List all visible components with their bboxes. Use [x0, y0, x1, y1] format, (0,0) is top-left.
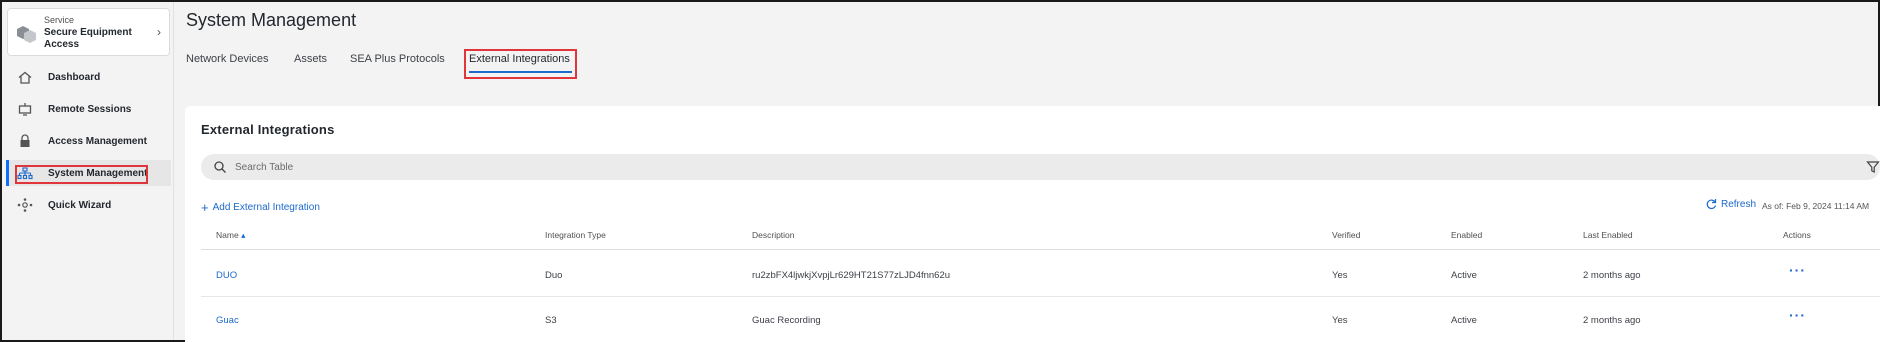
sidebar-item-label: Access Management: [48, 135, 147, 147]
refresh-icon: [1706, 199, 1717, 210]
sidebar-item-dashboard[interactable]: Dashboard: [8, 64, 171, 90]
last-enabled-cell: 2 months ago: [1583, 270, 1641, 281]
enabled-cell: Active: [1451, 315, 1477, 326]
sidebar-item-system-management[interactable]: System Management: [6, 160, 171, 186]
last-enabled-cell: 2 months ago: [1583, 315, 1641, 326]
integrations-card: External Integrations + Add External Int…: [185, 106, 1880, 342]
column-header-actions: Actions: [1783, 230, 1811, 240]
integration-type-cell: Duo: [545, 270, 563, 281]
column-header-name[interactable]: Name ▴: [216, 230, 245, 241]
enabled-cell: Active: [1451, 270, 1477, 281]
column-header-enabled: Enabled: [1451, 230, 1483, 240]
tab-network-devices[interactable]: Network Devices: [186, 53, 269, 65]
filter-icon[interactable]: [1866, 160, 1880, 174]
lock-icon: [16, 134, 34, 148]
row-actions-menu-icon[interactable]: ···: [1789, 262, 1806, 278]
app-switcher[interactable]: Service Secure Equipment Access ›: [7, 8, 170, 56]
description-cell: Guac Recording: [752, 315, 821, 326]
page-title: System Management: [186, 10, 357, 30]
search-bar: [201, 154, 1880, 180]
row-divider: [201, 296, 1880, 297]
app-logo-icon: [17, 26, 36, 43]
verified-cell: Yes: [1332, 270, 1348, 281]
integration-name-link[interactable]: DUO: [216, 270, 237, 281]
sidebar-item-label: Dashboard: [48, 71, 101, 83]
search-icon: [214, 161, 226, 173]
column-header-label: Name: [216, 230, 239, 240]
tab-sea-plus-protocols[interactable]: SEA Plus Protocols: [350, 53, 445, 65]
column-header-integration-type: Integration Type: [545, 230, 606, 240]
add-external-integration-button[interactable]: + Add External Integration: [201, 200, 320, 215]
home-icon: [16, 70, 34, 84]
sidebar-item-remote-sessions[interactable]: Remote Sessions: [8, 96, 171, 122]
chevron-right-icon: ›: [157, 25, 161, 39]
as-of-timestamp: As of: Feb 9, 2024 11:14 AM: [1762, 201, 1870, 211]
verified-cell: Yes: [1332, 315, 1348, 326]
refresh-button[interactable]: Refresh: [1705, 198, 1756, 210]
refresh-label: Refresh: [1721, 198, 1757, 210]
description-cell: ru2zbFX4ljwkjXvpjLr629HT21S77zLJD4fnn62u: [752, 270, 951, 281]
wizard-icon: [16, 198, 34, 212]
integration-type-cell: S3: [545, 315, 557, 326]
sitemap-icon: [16, 166, 34, 180]
card-title: External Integrations: [201, 122, 335, 137]
row-actions-menu-icon[interactable]: ···: [1789, 307, 1806, 323]
column-header-description: Description: [752, 230, 795, 240]
sidebar: Service Secure Equipment Access › Dashbo…: [2, 2, 174, 340]
monitor-icon: [16, 102, 34, 116]
sidebar-item-label: System Management: [48, 167, 148, 179]
tab-external-integrations[interactable]: External Integrations: [469, 53, 570, 65]
sidebar-item-label: Remote Sessions: [48, 103, 132, 115]
table-header-divider: [201, 249, 1880, 250]
sidebar-item-label: Quick Wizard: [48, 199, 112, 211]
app-service-label: Service: [44, 15, 75, 25]
column-header-last-enabled: Last Enabled: [1583, 230, 1633, 240]
sidebar-item-access-management[interactable]: Access Management: [8, 128, 171, 154]
app-name: Secure Equipment Access: [44, 27, 132, 50]
sort-ascending-icon: ▴: [241, 230, 246, 240]
sidebar-item-quick-wizard[interactable]: Quick Wizard: [8, 192, 171, 218]
column-header-verified: Verified: [1332, 230, 1361, 240]
tab-assets[interactable]: Assets: [294, 53, 327, 65]
active-tab-underline: [469, 71, 572, 73]
search-input[interactable]: [235, 154, 1735, 180]
add-external-integration-label: Add External Integration: [212, 202, 320, 213]
integration-name-link[interactable]: Guac: [216, 315, 239, 326]
plus-icon: +: [201, 200, 209, 215]
